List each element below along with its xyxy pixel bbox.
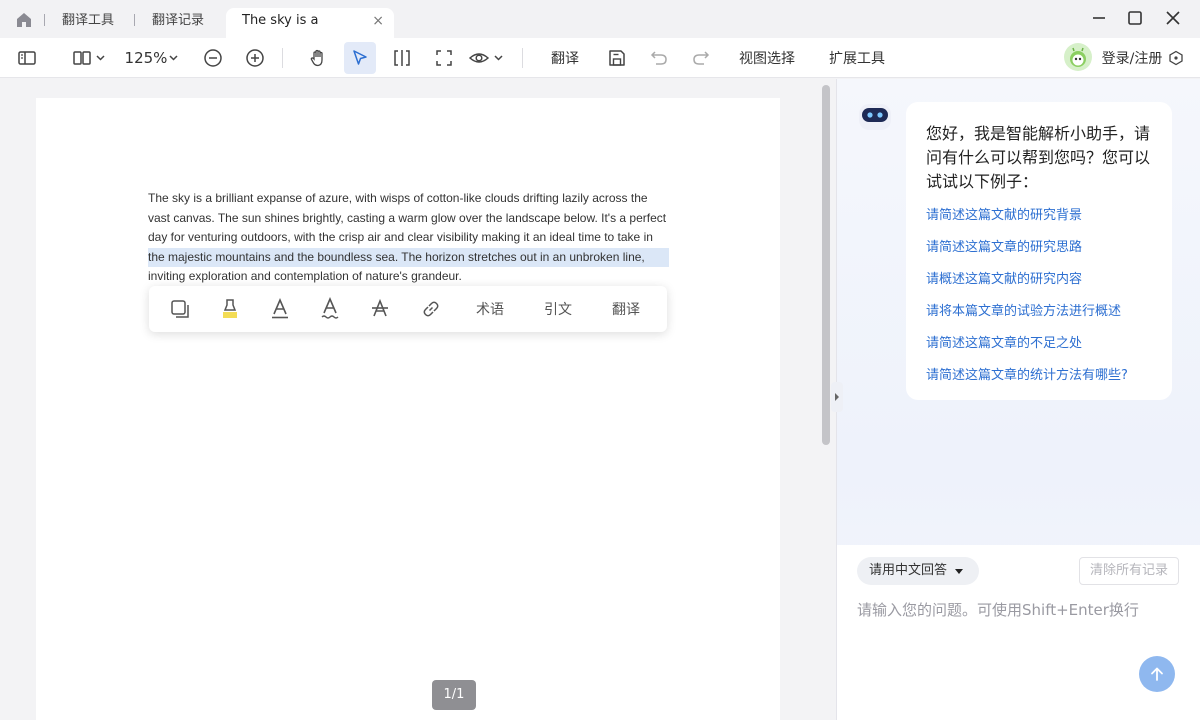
- avatar[interactable]: [1064, 43, 1092, 71]
- title-bar: 翻译工具 翻译记录 The sky is a brillian... ×: [0, 0, 1200, 54]
- extensions-button[interactable]: 扩展工具: [824, 42, 890, 74]
- zoom-dropdown[interactable]: 125%: [124, 42, 182, 74]
- main-toolbar: 125% 翻译 视图选择 扩展工具 登录/注册: [0, 38, 1200, 78]
- document-viewer[interactable]: The sky is a brilliant expanse of azure,…: [0, 79, 836, 720]
- fullscreen-icon[interactable]: [431, 42, 457, 74]
- toolbar-divider: [282, 48, 283, 68]
- answer-language-label: 请用中文回答: [869, 563, 948, 578]
- zoom-out-icon[interactable]: [201, 42, 225, 74]
- select-tool-icon[interactable]: [344, 42, 376, 74]
- page-layout-dropdown[interactable]: [72, 42, 108, 74]
- link-icon[interactable]: [418, 294, 444, 324]
- assistant-greeting: 您好，我是智能解析小助手，请问有什么可以帮到您吗？您可以试试以下例子：: [926, 124, 1151, 191]
- tab-translate-tool[interactable]: 翻译工具: [62, 8, 114, 38]
- save-icon[interactable]: [604, 42, 630, 74]
- settings-hexagon-icon[interactable]: [1166, 42, 1186, 74]
- caret-down-icon: [955, 569, 964, 574]
- hand-tool-icon[interactable]: [304, 42, 332, 74]
- answer-language-dropdown[interactable]: 请用中文回答: [857, 557, 980, 585]
- extensions-label: 扩展工具: [829, 51, 885, 67]
- redo-icon[interactable]: [688, 42, 714, 74]
- zoom-in-icon[interactable]: [243, 42, 267, 74]
- home-icon[interactable]: [14, 11, 34, 29]
- chat-input-area: 请用中文回答 清除所有记录: [837, 545, 1200, 720]
- text-line: day for venturing outdoors, with the cri…: [148, 230, 653, 245]
- tab-divider: [44, 14, 45, 26]
- highlighter-icon[interactable]: [217, 294, 243, 324]
- tab-label: 翻译工具: [62, 13, 115, 28]
- view-select-label: 视图选择: [739, 51, 795, 67]
- view-mode-dropdown[interactable]: [468, 42, 506, 74]
- send-button[interactable]: [1139, 656, 1175, 692]
- squiggly-underline-icon[interactable]: [317, 294, 343, 324]
- suggestion-link[interactable]: 请简述这篇文章的统计方法有哪些?: [926, 365, 1154, 386]
- text-line: inviting exploration and contemplation o…: [148, 269, 462, 284]
- translate-button[interactable]: 翻译: [546, 42, 584, 74]
- pdf-page[interactable]: The sky is a brilliant expanse of azure,…: [36, 98, 780, 720]
- translate-label: 翻译: [551, 51, 579, 67]
- document-paragraph[interactable]: The sky is a brilliant expanse of azure,…: [148, 189, 669, 287]
- underline-icon[interactable]: [267, 294, 293, 324]
- cite-label: 引文: [544, 302, 572, 318]
- text-line: vast canvas. The sun shines brightly, ca…: [148, 210, 667, 225]
- sidebar-toggle-icon[interactable]: [14, 42, 40, 74]
- zoom-level: 125%: [124, 49, 168, 67]
- assistant-message: 您好，我是智能解析小助手，请问有什么可以帮到您吗？您可以试试以下例子： 请简述这…: [906, 102, 1172, 400]
- suggestion-link[interactable]: 请简述这篇文章的研究思路: [926, 237, 1154, 258]
- vertical-scrollbar[interactable]: [822, 85, 830, 445]
- tab-close-icon[interactable]: ×: [372, 8, 384, 34]
- translate-label: 翻译: [612, 302, 640, 318]
- term-button[interactable]: 术语: [471, 294, 509, 324]
- tab-translate-history[interactable]: 翻译记录: [152, 8, 204, 38]
- chevron-down-icon: [169, 55, 178, 61]
- undo-icon[interactable]: [646, 42, 672, 74]
- tab-label: 翻译记录: [152, 13, 205, 28]
- close-window-button[interactable]: [1161, 7, 1185, 29]
- split-view-icon[interactable]: [389, 42, 415, 74]
- suggestion-link[interactable]: 请概述这篇文献的研究内容: [926, 269, 1154, 290]
- panel-collapse-button[interactable]: [831, 382, 843, 412]
- tab-document[interactable]: The sky is a brillian... ×: [226, 8, 394, 54]
- login-label: 登录/注册: [1101, 51, 1163, 67]
- arrow-up-icon: [1151, 667, 1163, 681]
- clear-history-button[interactable]: 清除所有记录: [1079, 557, 1179, 585]
- selection-translate-button[interactable]: 翻译: [607, 294, 645, 324]
- suggestion-link[interactable]: 请简述这篇文章的不足之处: [926, 333, 1154, 354]
- tab-divider: [134, 14, 135, 26]
- selection-toolbar: 术语 引文 翻译: [149, 286, 667, 332]
- view-select-button[interactable]: 视图选择: [734, 42, 800, 74]
- cite-button[interactable]: 引文: [539, 294, 577, 324]
- strikethrough-icon[interactable]: [367, 294, 393, 324]
- minimize-button[interactable]: [1087, 7, 1111, 29]
- assistant-avatar: [858, 102, 892, 132]
- toolbar-divider: [522, 48, 523, 68]
- term-label: 术语: [476, 302, 504, 318]
- login-button[interactable]: 登录/注册: [1100, 42, 1164, 74]
- maximize-button[interactable]: [1123, 7, 1147, 29]
- suggestion-link[interactable]: 请将本篇文章的试验方法进行概述: [926, 301, 1154, 322]
- suggestion-link[interactable]: 请简述这篇文献的研究背景: [926, 205, 1154, 226]
- text-line: The sky is a brilliant expanse of azure,…: [148, 191, 648, 205]
- suggestion-list: 请简述这篇文献的研究背景 请简述这篇文章的研究思路 请概述这篇文献的研究内容 请…: [926, 205, 1154, 386]
- question-input[interactable]: [857, 595, 1177, 625]
- page-indicator: 1/1: [432, 680, 476, 710]
- selected-text-line: the majestic mountains and the boundless…: [148, 247, 669, 268]
- copy-icon[interactable]: [167, 294, 193, 324]
